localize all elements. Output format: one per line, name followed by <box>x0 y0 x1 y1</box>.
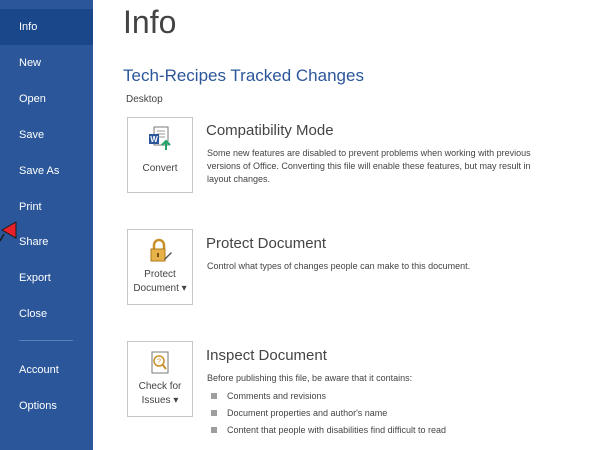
list-item: Comments and revisions <box>211 387 446 404</box>
inspect-bullet-list: Comments and revisions Document properti… <box>211 387 446 438</box>
protect-document-description: Control what types of changes people can… <box>207 261 471 271</box>
protect-document-button-label: Protect Document ▾ <box>128 268 192 296</box>
bullet-square-icon <box>211 392 217 399</box>
convert-button-label: Convert <box>142 163 178 174</box>
sidebar-item-close[interactable]: Close <box>0 296 93 332</box>
check-label-line2: Issues ▾ <box>141 395 179 406</box>
bullet-square-icon <box>211 426 217 433</box>
word-convert-icon: W <box>149 126 171 150</box>
document-location[interactable]: Desktop <box>126 94 163 105</box>
protect-label-line2: Document ▾ <box>133 283 187 294</box>
inspect-document-description: Before publishing this file, be aware th… <box>207 373 413 383</box>
protect-document-heading: Protect Document <box>206 235 327 252</box>
sidebar-item-account[interactable]: Account <box>0 352 93 388</box>
inspect-document-heading: Inspect Document <box>206 347 327 364</box>
page-title: Info <box>123 4 177 40</box>
protect-document-button[interactable]: Protect Document ▾ <box>127 229 193 305</box>
sidebar-item-save[interactable]: Save <box>0 117 93 153</box>
bullet-text: Comments and revisions <box>227 390 327 401</box>
sidebar-item-export[interactable]: Export <box>0 260 93 296</box>
sidebar-item-open[interactable]: Open <box>0 81 93 117</box>
bullet-text: Document properties and author's name <box>227 407 388 418</box>
bullet-square-icon <box>211 409 217 416</box>
sidebar-item-options[interactable]: Options <box>0 388 93 424</box>
protect-label-line1: Protect <box>144 269 176 280</box>
check-label-line1: Check for <box>138 381 182 392</box>
list-item: Document properties and author's name <box>211 404 446 421</box>
compatibility-mode-heading: Compatibility Mode <box>206 122 334 139</box>
check-for-issues-button-label: Check for Issues ▾ <box>128 380 192 408</box>
info-pane: Info Tech-Recipes Tracked Changes Deskto… <box>93 0 600 450</box>
sidebar-item-save-as[interactable]: Save As <box>0 153 93 189</box>
sidebar-divider <box>19 340 73 341</box>
svg-text:?: ? <box>157 359 161 366</box>
convert-button[interactable]: W Convert <box>127 117 193 193</box>
list-item: Content that people with disabilities fi… <box>211 421 446 438</box>
sidebar-item-new[interactable]: New <box>0 45 93 81</box>
svg-text:W: W <box>150 135 158 144</box>
bullet-text: Content that people with disabilities fi… <box>227 424 446 435</box>
check-for-issues-button[interactable]: ? Check for Issues ▾ <box>127 341 193 417</box>
compatibility-mode-description: Some new features are disabled to preven… <box>207 148 531 184</box>
inspect-document-icon: ? <box>151 351 169 374</box>
mouse-pointer-icon <box>0 221 17 242</box>
sidebar-item-info[interactable]: Info <box>0 9 93 45</box>
lock-icon <box>150 238 172 262</box>
document-title: Tech-Recipes Tracked Changes <box>123 66 364 85</box>
